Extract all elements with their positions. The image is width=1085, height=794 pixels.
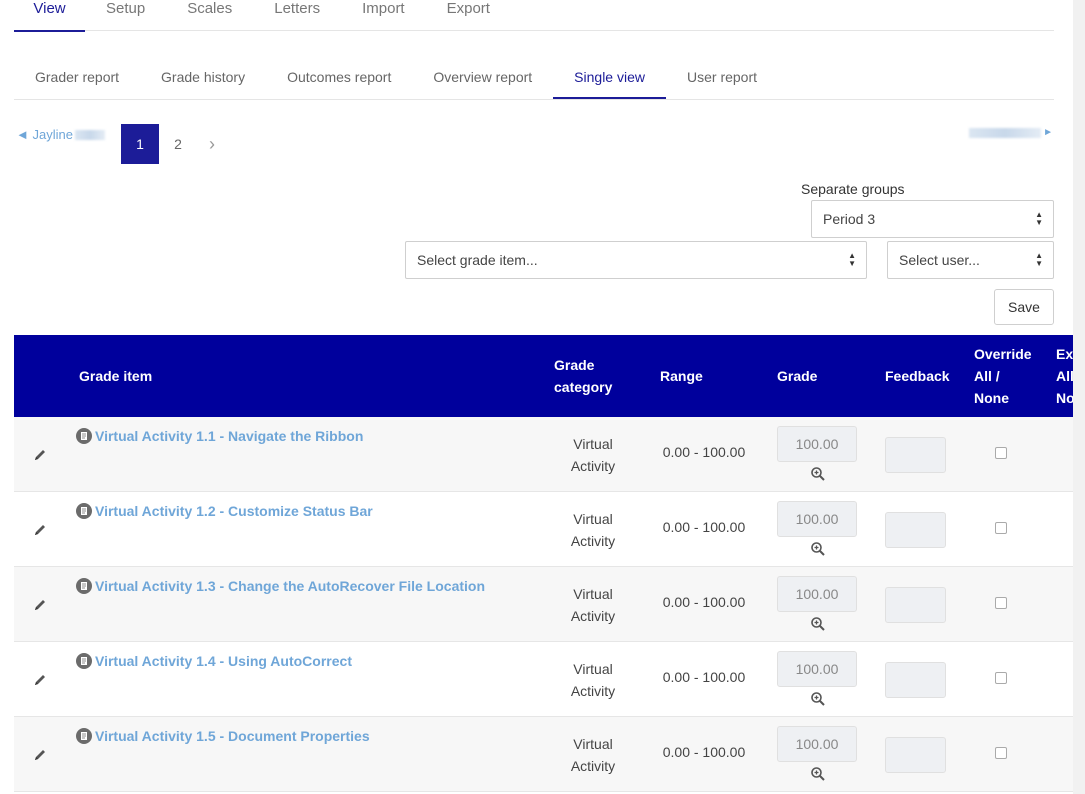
redacted-name — [969, 127, 1042, 138]
override-checkbox[interactable] — [995, 672, 1007, 684]
tab-setup[interactable]: Setup — [85, 0, 166, 31]
assignment-icon — [76, 653, 92, 669]
grade-item-select[interactable]: Select grade item... ▲ ▼ — [405, 241, 867, 279]
grade-item-link[interactable]: Virtual Activity 1.4 - Using AutoCorrect — [76, 653, 352, 669]
tab-single-view[interactable]: Single view — [553, 58, 666, 99]
zoom-in-icon[interactable] — [810, 466, 826, 482]
group-select-value: Period 3 — [823, 211, 876, 227]
assignment-icon — [76, 428, 92, 444]
table-row: Virtual Activity 1.5 - Document Properti… — [14, 717, 1073, 792]
header-exclude[interactable]: ExcAllNo — [1056, 335, 1073, 417]
range-cell: 0.00 - 100.00 — [662, 669, 746, 685]
grade-input[interactable]: 100.00 — [777, 501, 857, 537]
table-row: Virtual Activity 1.2 - Customize Status … — [14, 492, 1073, 567]
range-cell: 0.00 - 100.00 — [662, 519, 746, 535]
select-arrows-icon: ▲ ▼ — [1035, 251, 1043, 268]
feedback-input[interactable] — [885, 662, 946, 698]
tab-import[interactable]: Import — [341, 0, 426, 31]
grade-input[interactable]: 100.00 — [777, 576, 857, 612]
select-arrows-icon: ▲ ▼ — [848, 251, 856, 268]
vertical-scrollbar[interactable] — [1073, 0, 1085, 794]
tab-grade-history[interactable]: Grade history — [140, 58, 266, 99]
page-2-button[interactable]: 2 — [159, 124, 197, 164]
range-cell: 0.00 - 100.00 — [662, 444, 746, 460]
tab-outcomes-report[interactable]: Outcomes report — [266, 58, 412, 99]
user-select-value: Select user... — [899, 252, 980, 268]
feedback-input[interactable] — [885, 587, 946, 623]
assignment-icon — [76, 578, 92, 594]
feedback-input[interactable] — [885, 437, 946, 473]
range-cell: 0.00 - 100.00 — [662, 744, 746, 760]
previous-user-link[interactable]: ◄ Jayline — [16, 127, 105, 142]
edit-pencil-icon[interactable] — [32, 597, 48, 613]
zoom-in-icon[interactable] — [810, 541, 826, 557]
page-1-button[interactable]: 1 — [121, 124, 159, 164]
tab-letters[interactable]: Letters — [253, 0, 341, 31]
header-override[interactable]: Override All / None — [974, 335, 1032, 417]
grade-input[interactable]: 100.00 — [777, 726, 857, 762]
header-grade: Grade — [777, 368, 818, 384]
tab-export[interactable]: Export — [426, 0, 511, 31]
previous-user-label: ◄ Jayline — [16, 127, 73, 142]
grade-input[interactable]: 100.00 — [777, 426, 857, 462]
grade-item-link[interactable]: Virtual Activity 1.5 - Document Properti… — [76, 728, 370, 744]
grade-item-link[interactable]: Virtual Activity 1.2 - Customize Status … — [76, 503, 373, 519]
top-tab-bar: View Setup Scales Letters Import Export — [14, 0, 1054, 32]
grade-item-link[interactable]: Virtual Activity 1.1 - Navigate the Ribb… — [76, 428, 363, 444]
grade-category-cell: Virtual Activity — [570, 436, 616, 474]
tab-overview-report[interactable]: Overview report — [412, 58, 553, 99]
grade-category-cell: Virtual Activity — [570, 586, 616, 624]
grade-category-cell: Virtual Activity — [570, 661, 616, 699]
user-select[interactable]: Select user... ▲ ▼ — [887, 241, 1054, 279]
edit-pencil-icon[interactable] — [32, 672, 48, 688]
group-select[interactable]: Period 3 ▲ ▼ — [811, 200, 1054, 238]
table-header: Grade item Grade category Range Grade Fee… — [14, 335, 1073, 417]
feedback-input[interactable] — [885, 512, 946, 548]
override-checkbox[interactable] — [995, 747, 1007, 759]
header-range: Range — [660, 368, 703, 384]
tab-user-report[interactable]: User report — [666, 58, 778, 99]
next-user-link[interactable]: ► — [969, 127, 1053, 138]
grade-item-select-value: Select grade item... — [417, 252, 538, 268]
grade-category-cell: Virtual Activity — [570, 736, 616, 774]
assignment-icon — [76, 728, 92, 744]
tab-view[interactable]: View — [14, 0, 85, 32]
edit-pencil-icon[interactable] — [32, 447, 48, 463]
override-checkbox[interactable] — [995, 447, 1007, 459]
next-user-arrow: ► — [1043, 127, 1053, 138]
grade-category-cell: Virtual Activity — [570, 511, 616, 549]
redacted-name — [74, 129, 105, 140]
header-feedback: Feedback — [885, 368, 950, 384]
group-label: Separate groups — [801, 181, 905, 197]
override-checkbox[interactable] — [995, 597, 1007, 609]
tab-scales[interactable]: Scales — [166, 0, 253, 31]
zoom-in-icon[interactable] — [810, 766, 826, 782]
save-button[interactable]: Save — [994, 289, 1054, 325]
feedback-input[interactable] — [885, 737, 946, 773]
header-grade-item: Grade item — [79, 368, 153, 384]
report-tab-bar: Grader report Grade history Outcomes rep… — [14, 58, 1054, 100]
table-row: Virtual Activity 1.1 - Navigate the Ribb… — [14, 417, 1073, 492]
zoom-in-icon[interactable] — [810, 616, 826, 632]
assignment-icon — [76, 503, 92, 519]
grades-table: Grade item Grade category Range Grade Fee… — [14, 335, 1073, 794]
pagination: 1 2 › — [121, 124, 227, 164]
table-row: Virtual Activity 1.3 - Change the AutoRe… — [14, 567, 1073, 642]
table-row: Virtual Activity 1.4 - Using AutoCorrect… — [14, 642, 1073, 717]
range-cell: 0.00 - 100.00 — [662, 594, 746, 610]
grade-item-link[interactable]: Virtual Activity 1.3 - Change the AutoRe… — [76, 578, 485, 594]
edit-pencil-icon[interactable] — [32, 522, 48, 538]
override-checkbox[interactable] — [995, 522, 1007, 534]
zoom-in-icon[interactable] — [810, 691, 826, 707]
tab-grader-report[interactable]: Grader report — [14, 58, 140, 99]
select-arrows-icon: ▲ ▼ — [1035, 210, 1043, 227]
grade-input[interactable]: 100.00 — [777, 651, 857, 687]
header-grade-category: Grade category — [554, 357, 613, 395]
edit-pencil-icon[interactable] — [32, 747, 48, 763]
next-page-icon[interactable]: › — [197, 124, 227, 164]
